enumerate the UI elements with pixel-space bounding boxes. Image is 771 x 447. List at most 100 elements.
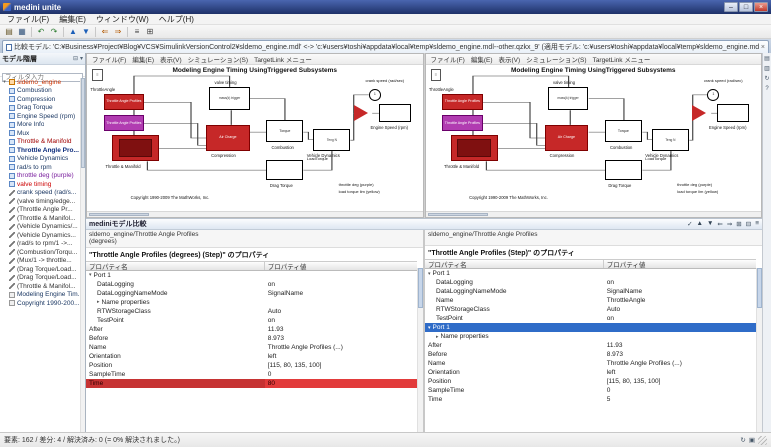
panel-toggle-icon[interactable]: ▣ — [749, 436, 755, 444]
tree-item[interactable]: (Vehicle Dynamics... — [0, 231, 85, 240]
save-icon[interactable]: ▦ — [16, 26, 28, 38]
tree-item[interactable]: Engine Speed (rpm) — [0, 112, 85, 121]
menu-item[interactable]: ウィンドウ(W) — [91, 14, 154, 25]
sync-status-icon[interactable]: ↻ — [740, 436, 745, 444]
tree-item[interactable]: (Throttle & Manifol... — [0, 214, 85, 223]
menu-item[interactable]: 編集(E) — [54, 14, 91, 25]
scrollbar-thumb[interactable] — [428, 213, 488, 216]
compare-model-tab[interactable]: 比較モデル: 'C:¥Business¥Project¥Blog¥VCS¥Sim… — [2, 40, 769, 53]
tab-close-icon[interactable]: × — [761, 44, 765, 51]
tree-item[interactable]: valve timing — [0, 180, 85, 189]
panel-menu-item[interactable]: ファイル(F) — [428, 54, 468, 64]
rad-s-to-rpm-gain[interactable] — [354, 105, 368, 121]
property-row[interactable]: RTWStorageClassAuto — [425, 305, 756, 314]
property-row[interactable]: Time5 — [425, 395, 756, 404]
property-row[interactable]: Position[115, 80, 135, 100] — [425, 377, 756, 386]
property-row[interactable]: Orientationleft — [425, 368, 756, 377]
tree-item[interactable]: Copyright 1990-200... — [0, 299, 85, 308]
panel-menu-item[interactable]: 表示(V) — [157, 54, 185, 64]
undo-icon[interactable]: ↶ — [35, 26, 47, 38]
tree-item[interactable]: ▾sldemo_engine — [0, 78, 85, 87]
property-row[interactable]: Before8.973 — [86, 334, 417, 343]
drag-torque-block[interactable] — [605, 160, 642, 180]
column-header[interactable]: プロパティ値 — [265, 262, 310, 270]
scrollbar-thumb[interactable] — [418, 268, 423, 308]
model-hierarchy-icon[interactable]: ▤ — [764, 56, 770, 62]
throttle-manifold-image[interactable] — [457, 139, 491, 157]
panel-menu-item[interactable]: TargetLink メニュー — [590, 54, 654, 64]
sidebar-scrollbar[interactable] — [80, 78, 85, 432]
expander-icon[interactable]: ▾ — [2, 79, 7, 85]
model-info-block[interactable]: ≡ — [92, 69, 103, 81]
scrollbar-thumb[interactable] — [757, 268, 762, 308]
menu-item[interactable]: ファイル(F) — [2, 14, 54, 25]
rad-s-to-rpm-gain[interactable] — [692, 105, 706, 121]
expander-icon[interactable]: ▾ — [428, 271, 431, 277]
tree-item[interactable]: (rad/s to rpm/1 ->... — [0, 240, 85, 249]
tree-item[interactable]: Throttle & Manifold — [0, 138, 85, 147]
vehicle-dynamics-block[interactable]: Teng N — [313, 129, 350, 151]
maximize-button[interactable]: □ — [739, 2, 753, 12]
panel-menu-item[interactable]: 編集(E) — [129, 54, 157, 64]
expander-icon[interactable]: ▸ — [97, 299, 100, 305]
view-menu-icon[interactable]: ≡ — [755, 220, 759, 228]
column-header[interactable]: プロパティ名 — [86, 262, 265, 270]
compression-block[interactable]: Air Charge — [206, 125, 250, 151]
tree-item[interactable]: (Drag Torque/Load... — [0, 265, 85, 274]
combustion-block[interactable]: Torque — [605, 120, 642, 142]
property-row[interactable]: After11.93 — [86, 325, 417, 334]
tree-item[interactable]: (Combustion/Torqu... — [0, 248, 85, 257]
property-row[interactable]: SampleTime0 — [425, 386, 756, 395]
accept-difference-icon[interactable]: ✓ — [687, 220, 692, 228]
help-icon[interactable]: ? — [765, 86, 768, 92]
throttle-angle-profiles-step-block[interactable]: Throttle Angle Profiles — [104, 94, 144, 110]
valve-timing-block[interactable]: mass(k) trigger — [209, 87, 249, 110]
tree-item[interactable]: Modeling Engine Tim... — [0, 291, 85, 300]
tree-item[interactable]: Mux — [0, 129, 85, 138]
tree-item[interactable]: Vehicle Dynamics — [0, 155, 85, 164]
column-header[interactable]: プロパティ値 — [604, 260, 649, 268]
throttle-manifold-image[interactable] — [119, 139, 153, 157]
property-row[interactable]: ▸Name properties — [425, 332, 756, 341]
previous-difference-icon[interactable]: ▲ — [697, 220, 703, 228]
property-row[interactable]: ▾Port 1 — [425, 269, 756, 278]
expander-icon[interactable]: ▾ — [428, 325, 431, 331]
panel-menu-item[interactable]: シミュレーション(S) — [523, 54, 589, 64]
horizontal-scrollbar[interactable] — [426, 211, 762, 217]
property-row[interactable]: ▾Port 1 — [86, 271, 417, 280]
collapse-all-icon[interactable]: ⊟ — [73, 55, 78, 62]
settings-icon[interactable]: ⊞ — [144, 26, 156, 38]
report-icon[interactable]: ≡ — [131, 26, 143, 38]
table-scrollbar[interactable] — [756, 268, 762, 432]
tree-item[interactable]: rad/s to rpm — [0, 163, 85, 172]
copy-to-left-icon[interactable]: ⇐ — [717, 220, 722, 228]
panel-menu-item[interactable]: シミュレーション(S) — [185, 54, 251, 64]
previous-difference-icon[interactable]: ▲ — [67, 26, 79, 38]
panel-menu-item[interactable]: 表示(V) — [495, 54, 523, 64]
tree-item[interactable]: (Drag Torque/Load... — [0, 274, 85, 283]
combustion-block[interactable]: Torque — [266, 120, 303, 142]
column-header[interactable]: プロパティ名 — [425, 260, 604, 268]
collapse-all-icon[interactable]: ⊟ — [746, 220, 751, 228]
tree-item[interactable]: Throttle Angle Pro... — [0, 146, 85, 155]
tree-item[interactable]: Compression — [0, 95, 85, 104]
next-difference-icon[interactable]: ▼ — [80, 26, 92, 38]
property-row[interactable]: Position[115, 80, 135, 100] — [86, 361, 417, 370]
throttle-angle-profiles-step-block[interactable]: Throttle Angle Profiles — [442, 94, 482, 110]
engine-speed-display-block[interactable] — [717, 104, 749, 122]
scrollbar-thumb[interactable] — [81, 78, 85, 168]
valve-timing-block[interactable]: mass(k) trigger — [548, 87, 588, 110]
redo-icon[interactable]: ↷ — [48, 26, 60, 38]
tree-item[interactable]: Drag Torque — [0, 104, 85, 113]
property-row[interactable]: ▾Port 1 — [425, 323, 756, 332]
property-row[interactable]: After11.93 — [425, 341, 756, 350]
property-row[interactable]: DataLoggingon — [86, 280, 417, 289]
menu-item[interactable]: ヘルプ(H) — [154, 14, 199, 25]
throttle-angle-profiles-purple-block[interactable]: Throttle Angle Profiles — [104, 115, 144, 131]
expand-all-icon[interactable]: ⊞ — [736, 220, 741, 228]
property-row[interactable]: Time80 — [86, 379, 417, 388]
table-scrollbar[interactable] — [417, 268, 423, 432]
property-row[interactable]: DataLoggingNameModeSignalName — [86, 289, 417, 298]
panel-menu-item[interactable]: ファイル(F) — [89, 54, 129, 64]
tree-item[interactable]: (valve timing/edge... — [0, 197, 85, 206]
